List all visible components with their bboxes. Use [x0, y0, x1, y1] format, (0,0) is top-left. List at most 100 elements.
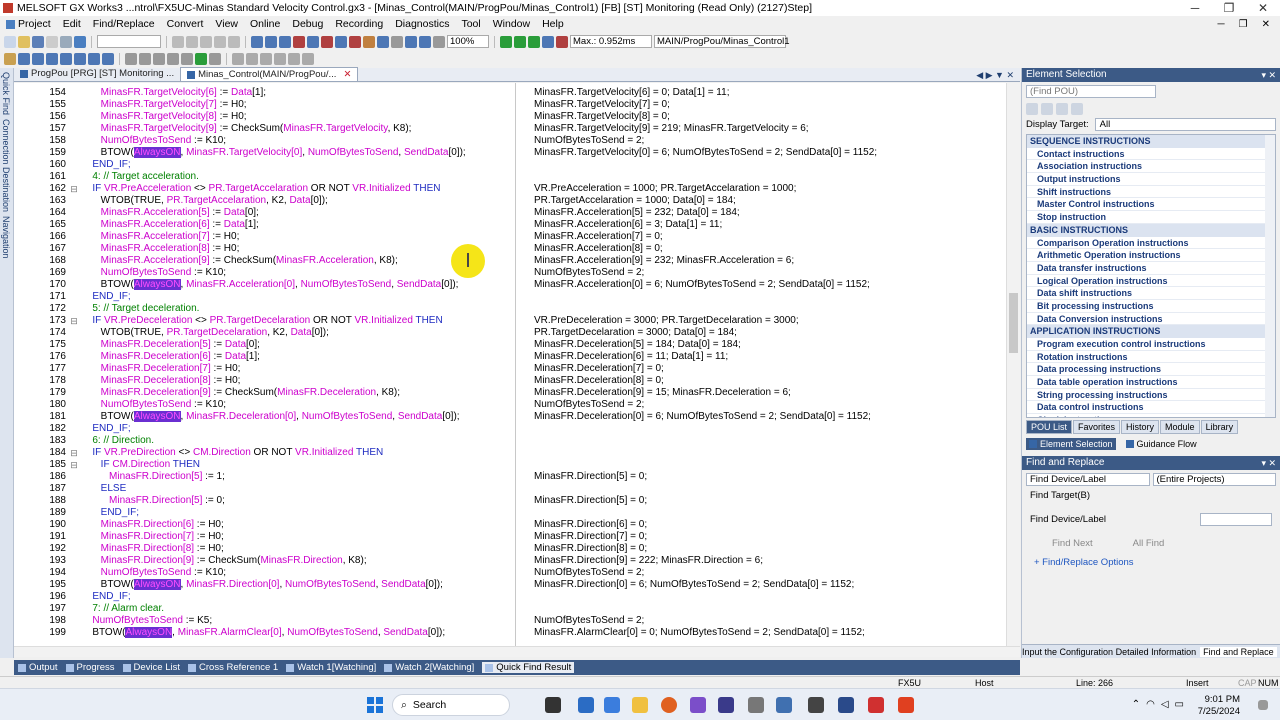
find-target-toggle[interactable]: Find Target(B)	[1030, 490, 1272, 501]
wifi-icon[interactable]: ◠	[1146, 699, 1155, 710]
code-line[interactable]: IF CM.Direction THEN	[84, 459, 512, 471]
volume-icon[interactable]: ◁	[1161, 699, 1169, 710]
gxworks-taskbar-icon[interactable]	[868, 697, 884, 713]
code-line[interactable]: END_IF;	[84, 159, 512, 171]
code-line[interactable]: MinasFR.Deceleration[6] := Data[1];	[84, 351, 512, 363]
tab-navigation-icon[interactable]: ◀ ▶ ▼ ✕	[976, 70, 1020, 81]
st-editor[interactable]: 154 155 156 157 158 159 160 161 162 163 164 165 166 1…	[14, 83, 1020, 657]
help-icon[interactable]	[74, 35, 86, 48]
code-line[interactable]: IF VR.PreAcceleration <> PR.TargetAccela…	[84, 183, 512, 195]
code-line[interactable]: MinasFR.Deceleration[9] := CheckSum(Mina…	[84, 387, 512, 399]
app-icon[interactable]	[776, 697, 792, 713]
tree-item[interactable]: Data table operation instructions	[1027, 376, 1275, 389]
cross-ref-window-icon[interactable]	[60, 52, 72, 65]
code-line[interactable]: END_IF;	[84, 423, 512, 435]
find-next-button[interactable]: Find Next	[1052, 538, 1093, 549]
cut-icon[interactable]	[172, 35, 184, 48]
tab-configuration-info[interactable]: Input the Configuration Detailed Informa…	[1022, 647, 1196, 657]
watch-window-icon[interactable]	[88, 52, 100, 65]
monitor-icon[interactable]	[321, 35, 333, 48]
print-preview-icon[interactable]	[60, 35, 72, 48]
tree-item[interactable]: Data processing instructions	[1027, 363, 1275, 377]
find-instruction-icon[interactable]	[265, 35, 277, 48]
convert-all-icon[interactable]	[209, 52, 221, 65]
code-line[interactable]: MinasFR.Direction[9] := CheckSum(MinasFR…	[84, 555, 512, 567]
panel-pin-icon[interactable]: ▾ ✕	[1261, 68, 1280, 82]
dock-tab-watch-2-watching-[interactable]: Watch 2[Watching]	[384, 662, 474, 673]
code-line[interactable]: NumOfBytesToSend := K10;	[84, 399, 512, 411]
display-target-select[interactable]: All	[1094, 118, 1276, 131]
element-tool-icon[interactable]	[1041, 103, 1053, 115]
code-line[interactable]: MinasFR.Acceleration[9] := CheckSum(Mina…	[84, 255, 512, 267]
fit-icon[interactable]	[433, 35, 445, 48]
app-icon[interactable]	[690, 697, 706, 713]
code-line[interactable]: 5: // Target deceleration.	[84, 303, 512, 315]
menu-debug[interactable]: Debug	[286, 18, 329, 30]
mdi-restore-icon[interactable]: ❐	[1239, 19, 1248, 30]
tree-item[interactable]: Contact instructions	[1027, 148, 1275, 161]
tree-item[interactable]: Arithmetic Operation instructions	[1027, 249, 1275, 262]
navigation-icon[interactable]	[18, 52, 30, 65]
menu-view[interactable]: View	[209, 18, 244, 30]
taskbar-search[interactable]: ⌕ Search	[392, 694, 510, 716]
convert-icon[interactable]	[195, 52, 207, 65]
maximize-button[interactable]: ❐	[1212, 1, 1246, 15]
code-line[interactable]: IF VR.PreDirection <> CM.Direction OR NO…	[84, 447, 512, 459]
menu-tool[interactable]: Tool	[455, 18, 486, 30]
code-line[interactable]: END_IF;	[84, 591, 512, 603]
code-line[interactable]: NumOfBytesToSend := K10;	[84, 135, 512, 147]
code-line[interactable]: ELSE	[84, 483, 512, 495]
menu-project[interactable]: Project	[0, 18, 57, 30]
tab-guidance-flow[interactable]: Guidance Flow	[1125, 438, 1197, 450]
firefox-icon[interactable]	[661, 697, 677, 713]
statement-icon[interactable]	[153, 52, 165, 65]
tab-element-selection[interactable]: Element Selection	[1026, 438, 1116, 450]
code-line[interactable]: MinasFR.TargetVelocity[7] := H0;	[84, 99, 512, 111]
find-all-button[interactable]: All Find	[1133, 538, 1165, 549]
fold-toggle-icon[interactable]: ⊟	[68, 447, 80, 459]
toolbar-combo[interactable]	[97, 35, 161, 48]
file-explorer-icon[interactable]	[632, 697, 648, 713]
indent-icon[interactable]	[246, 52, 258, 65]
menu-recording[interactable]: Recording	[329, 18, 389, 30]
code-line[interactable]: BTOW(AlwaysON, MinasFR.AlarmClear[0], Nu…	[84, 627, 512, 639]
code-line[interactable]: MinasFR.Deceleration[5] := Data[0];	[84, 339, 512, 351]
tree-category[interactable]: SEQUENCE INSTRUCTIONS	[1027, 135, 1275, 148]
watch-icon[interactable]	[307, 35, 319, 48]
find-pane-pin-icon[interactable]: ▾ ✕	[1261, 456, 1280, 470]
tree-item[interactable]: Stop instruction	[1027, 211, 1275, 224]
task-view-icon[interactable]	[545, 697, 561, 713]
horizontal-scrollbar[interactable]	[14, 646, 1020, 657]
code-line[interactable]: MinasFR.Direction[5] := 1;	[84, 471, 512, 483]
tree-item[interactable]: Data control instructions	[1027, 401, 1275, 415]
code-line[interactable]: WTOB(TRUE, PR.TargetDecelaration, K2, Da…	[84, 327, 512, 339]
code-line[interactable]: MinasFR.Direction[6] := H0;	[84, 519, 512, 531]
find-device-icon[interactable]	[251, 35, 263, 48]
find-device-input[interactable]	[1200, 513, 1272, 526]
element-tool-icon[interactable]	[1056, 103, 1068, 115]
tree-item[interactable]: Program execution control instructions	[1027, 338, 1275, 351]
intelligent-module-icon[interactable]	[102, 52, 114, 65]
code-line[interactable]: END_IF;	[84, 507, 512, 519]
tree-item[interactable]: Data shift instructions	[1027, 287, 1275, 300]
save-icon[interactable]	[32, 35, 44, 48]
tree-category[interactable]: BASIC INSTRUCTIONS	[1027, 223, 1275, 237]
code-line[interactable]: 4: // Target acceleration.	[84, 171, 512, 183]
bookmark-icon[interactable]	[232, 52, 244, 65]
tree-item[interactable]: Shift instructions	[1027, 186, 1275, 199]
dock-tab-progress[interactable]: Progress	[65, 662, 115, 673]
fold-toggle-icon[interactable]: ⊟	[68, 459, 80, 471]
run-icon[interactable]	[500, 35, 512, 48]
tree-item[interactable]: Output instructions	[1027, 173, 1275, 186]
scrollbar-thumb[interactable]	[1009, 293, 1018, 353]
code-line[interactable]: MinasFR.Acceleration[5] := Data[0];	[84, 207, 512, 219]
tab-history[interactable]: History	[1121, 420, 1160, 434]
code-line[interactable]: BTOW(AlwaysON, MinasFR.TargetVelocity[0]…	[84, 147, 512, 159]
monitor-start-icon[interactable]	[514, 35, 526, 48]
element-tool-icon[interactable]	[1071, 103, 1083, 115]
code-line[interactable]: IF VR.PreDeceleration <> PR.TargetDecela…	[84, 315, 512, 327]
note-icon[interactable]	[167, 52, 179, 65]
windows-start-icon[interactable]	[367, 697, 383, 713]
template-icon[interactable]	[302, 52, 314, 65]
find-options-link[interactable]: + Find/Replace Options	[1034, 557, 1268, 568]
